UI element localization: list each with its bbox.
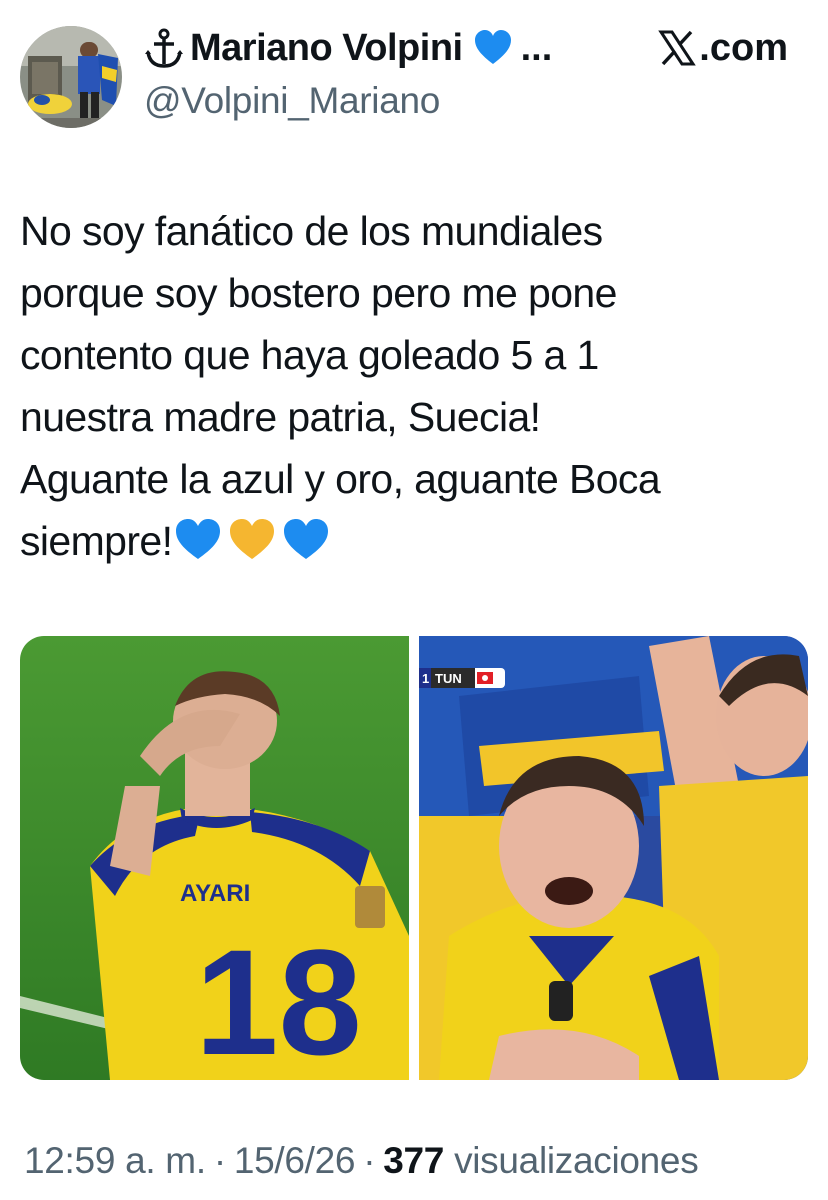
media-image-fans[interactable]: 1 TUN [419, 636, 808, 1080]
x-logo-icon [657, 28, 697, 68]
jersey-number: 18 [195, 918, 362, 1080]
blue-heart-icon [473, 28, 513, 68]
blue-heart-icon [174, 516, 222, 560]
anchor-icon [142, 26, 186, 70]
emoji-group [174, 516, 330, 560]
author-name-row[interactable]: Mariano Volpini ... [142, 24, 552, 72]
scoreboard-score: 1 [422, 671, 429, 686]
tweet-footer: 12:59 a. m. · 15/6/26 · 377 visualizaciones [24, 1140, 699, 1182]
tweet-body: No soy fanático de los mundiales porque … [20, 208, 661, 564]
name-truncation: ... [520, 26, 553, 69]
blue-heart-icon [282, 516, 330, 560]
scoreboard-team: TUN [435, 671, 462, 686]
views-label: visualizaciones [454, 1140, 699, 1181]
x-brand-label: .com [699, 26, 788, 69]
tweet-header: Mariano Volpini ... .com @Volpini_Marian… [0, 0, 828, 140]
avatar[interactable] [20, 26, 122, 128]
separator: · [213, 1140, 226, 1181]
yellow-heart-icon [228, 516, 276, 560]
jersey-name: AYARI [180, 880, 250, 907]
separator: · [363, 1140, 376, 1181]
media-grid: 18 AYARI 1 TUN [20, 636, 808, 1080]
author-handle[interactable]: @Volpini_Mariano [144, 80, 440, 122]
x-brand[interactable]: .com [657, 24, 788, 72]
media-image-player[interactable]: 18 AYARI [20, 636, 409, 1080]
tweet-text: No soy fanático de los mundiales porque … [20, 200, 810, 572]
tweet-date[interactable]: 15/6/26 [234, 1140, 356, 1181]
tweet-time[interactable]: 12:59 a. m. [24, 1140, 206, 1181]
views-count: 377 [383, 1140, 445, 1181]
author-display-name: Mariano Volpini [190, 26, 463, 69]
